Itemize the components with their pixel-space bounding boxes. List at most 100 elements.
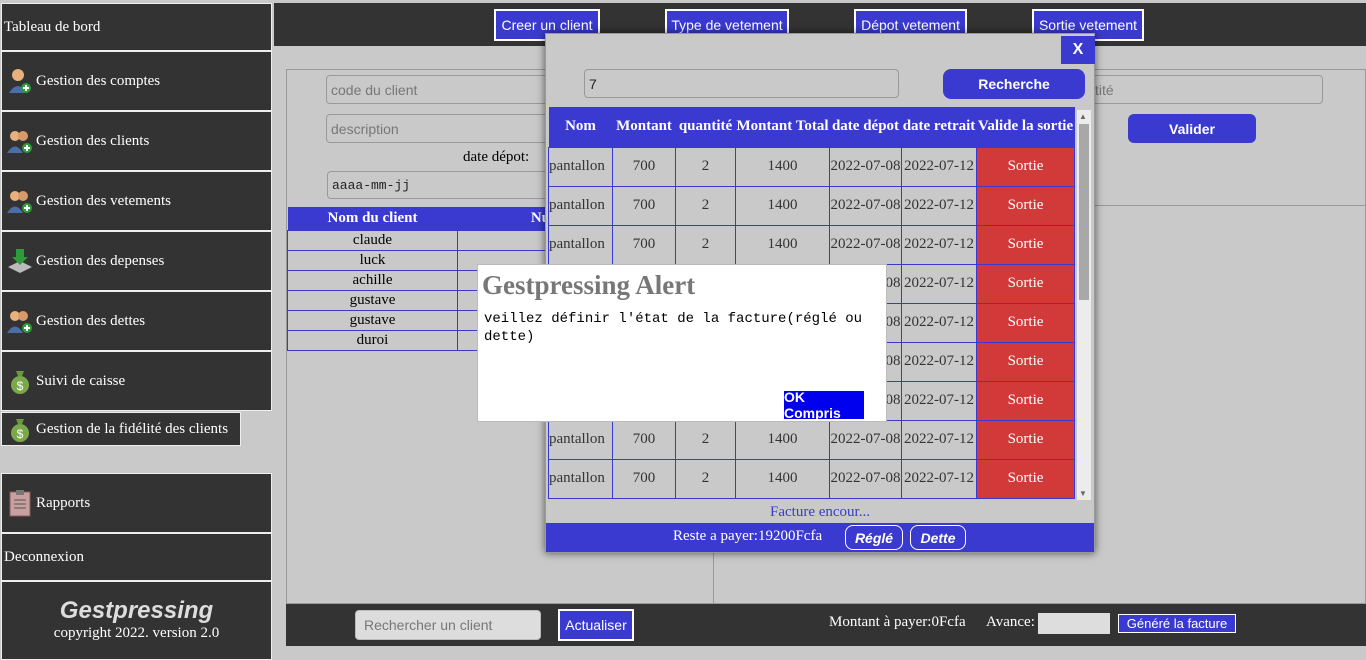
sidebar-item-loyalty[interactable]: $ Gestion de la fidélité des clients <box>1 412 241 446</box>
client-name: duroi <box>287 330 458 351</box>
generate-invoice-button[interactable]: Généré la facture <box>1118 614 1236 633</box>
scroll-up-icon[interactable]: ▲ <box>1079 112 1087 121</box>
refresh-button[interactable]: Actualiser <box>558 609 634 641</box>
total-amount: 1400 <box>735 224 830 265</box>
sidebar-item-expenses[interactable]: Gestion des depenses <box>1 231 272 291</box>
users-add-icon <box>6 307 34 335</box>
sidebar-item-clothes[interactable]: Gestion des vetements <box>1 171 272 231</box>
pickup-date: 2022-07-12 <box>901 341 977 382</box>
sidebar-item-accounts[interactable]: Gestion des comptes <box>1 51 272 111</box>
svg-text:$: $ <box>17 427 24 441</box>
client-name: luck <box>287 250 458 271</box>
sidebar-item-label: Gestion des depenses <box>36 252 165 269</box>
item-name: pantallon <box>548 146 613 187</box>
exit-button[interactable]: Sortie <box>976 263 1075 304</box>
item-name: pantallon <box>548 224 613 265</box>
pickup-date: 2022-07-12 <box>901 146 977 187</box>
scroll-down-icon[interactable]: ▼ <box>1079 489 1087 498</box>
clipboard-icon <box>6 489 34 517</box>
scrollbar[interactable]: ▲ ▼ <box>1077 110 1091 500</box>
unit-price: 700 <box>612 458 676 499</box>
unit-price: 700 <box>612 185 676 226</box>
description-input[interactable]: description <box>326 114 556 143</box>
advance-label: Avance: <box>986 614 1035 630</box>
pickup-date: 2022-07-12 <box>901 263 977 304</box>
table-row[interactable]: pantallon700214002022-07-082022-07-12Sor… <box>548 185 1075 226</box>
sidebar: Tableau de bord Gestion des comptes Gest… <box>0 0 273 660</box>
payment-bar: Reste a payer:19200Fcfa Réglé Dette <box>546 523 1094 552</box>
sidebar-item-label: Suivi de caisse <box>36 372 126 389</box>
search-button[interactable]: Recherche <box>943 69 1085 99</box>
unit-price: 700 <box>612 146 676 187</box>
sidebar-item-dashboard[interactable]: Tableau de bord <box>1 3 272 51</box>
table-row[interactable]: claude <box>287 230 567 251</box>
sidebar-item-debts[interactable]: Gestion des dettes <box>1 291 272 351</box>
column-header: quantité <box>675 107 736 147</box>
brand-footer: Gestpressing copyright 2022. version 2.0 <box>1 581 272 660</box>
date-depot-label: date dépot: <box>463 149 530 165</box>
unit-price: 700 <box>612 224 676 265</box>
quantity: 2 <box>675 419 736 460</box>
pickup-date: 2022-07-12 <box>901 185 977 226</box>
client-search-input[interactable]: Rechercher un client <box>355 610 541 640</box>
sidebar-item-label: Gestion des clients <box>36 132 150 149</box>
table-row[interactable]: pantallon700214002022-07-082022-07-12Sor… <box>548 458 1075 499</box>
item-name: pantallon <box>548 419 613 460</box>
table-row[interactable]: pantallon700214002022-07-082022-07-12Sor… <box>548 146 1075 187</box>
deposit-date: 2022-07-08 <box>829 224 902 265</box>
deposit-date: 2022-07-08 <box>829 419 902 460</box>
sidebar-item-reports[interactable]: Rapports <box>1 473 272 533</box>
money-bag-icon: $ <box>6 415 34 443</box>
total-amount: 1400 <box>735 419 830 460</box>
alert-dialog: Gestpressing Alert veillez définir l'éta… <box>477 264 887 422</box>
total-amount: 1400 <box>735 458 830 499</box>
exit-button[interactable]: Sortie <box>976 302 1075 343</box>
exit-button[interactable]: Sortie <box>976 224 1075 265</box>
sidebar-item-logout[interactable]: Deconnexion <box>1 533 272 581</box>
alert-message: veillez définir l'état de la facture(rég… <box>484 311 863 345</box>
exit-button[interactable]: Sortie <box>976 380 1075 421</box>
exit-button[interactable]: Sortie <box>976 419 1075 460</box>
sidebar-item-label: Gestion des dettes <box>36 312 146 329</box>
deposit-date: 2022-07-08 <box>829 458 902 499</box>
exit-button[interactable]: Sortie <box>976 185 1075 226</box>
column-header: Nom du client <box>287 207 458 231</box>
pickup-date: 2022-07-12 <box>901 224 977 265</box>
invoice-search-input[interactable]: 7 <box>584 69 899 98</box>
quantity-input[interactable]: tité <box>1090 75 1323 104</box>
debt-button[interactable]: Dette <box>910 525 966 550</box>
deposit-date: 2022-07-08 <box>829 185 902 226</box>
column-header: Valide la sortie <box>976 107 1075 147</box>
exit-button[interactable]: Sortie <box>976 341 1075 382</box>
remaining-amount: Reste a payer:19200Fcfa <box>673 528 823 544</box>
total-amount: 1400 <box>735 146 830 187</box>
client-name: claude <box>287 230 458 251</box>
sidebar-item-clients[interactable]: Gestion des clients <box>1 111 272 171</box>
quantity: 2 <box>675 185 736 226</box>
date-depot-input[interactable]: aaaa-mm-jj <box>327 171 557 199</box>
sidebar-item-label: Gestion des comptes <box>36 72 161 89</box>
close-button[interactable]: X <box>1061 36 1095 64</box>
exit-button[interactable]: Sortie <box>976 146 1075 187</box>
ok-button[interactable]: OK Compris <box>784 389 864 421</box>
sidebar-item-label: Gestion de la fidélité des clients <box>36 420 229 437</box>
scrollbar-thumb[interactable] <box>1079 124 1089 300</box>
bottom-bar: Rechercher un client Actualiser Montant … <box>286 604 1366 646</box>
table-row[interactable]: pantallon700214002022-07-082022-07-12Sor… <box>548 419 1075 460</box>
amount-to-pay: Montant à payer:0Fcfa <box>829 614 966 630</box>
quantity: 2 <box>675 458 736 499</box>
table-row[interactable]: pantallon700214002022-07-082022-07-12Sor… <box>548 224 1075 265</box>
advance-input[interactable] <box>1038 613 1110 634</box>
item-name: pantallon <box>548 458 613 499</box>
validate-button[interactable]: Valider <box>1128 114 1256 143</box>
pickup-date: 2022-07-12 <box>901 458 977 499</box>
exit-button[interactable]: Sortie <box>976 458 1075 499</box>
sidebar-item-cash[interactable]: $ Suivi de caisse <box>1 351 272 411</box>
paid-button[interactable]: Réglé <box>845 525 903 550</box>
svg-text:$: $ <box>17 379 24 393</box>
column-header: Montant <box>612 107 676 147</box>
column-header: Nom <box>548 107 613 147</box>
alert-title: Gestpressing Alert <box>482 270 696 300</box>
money-download-icon <box>6 247 34 275</box>
client-code-input[interactable]: code du client <box>326 75 556 104</box>
